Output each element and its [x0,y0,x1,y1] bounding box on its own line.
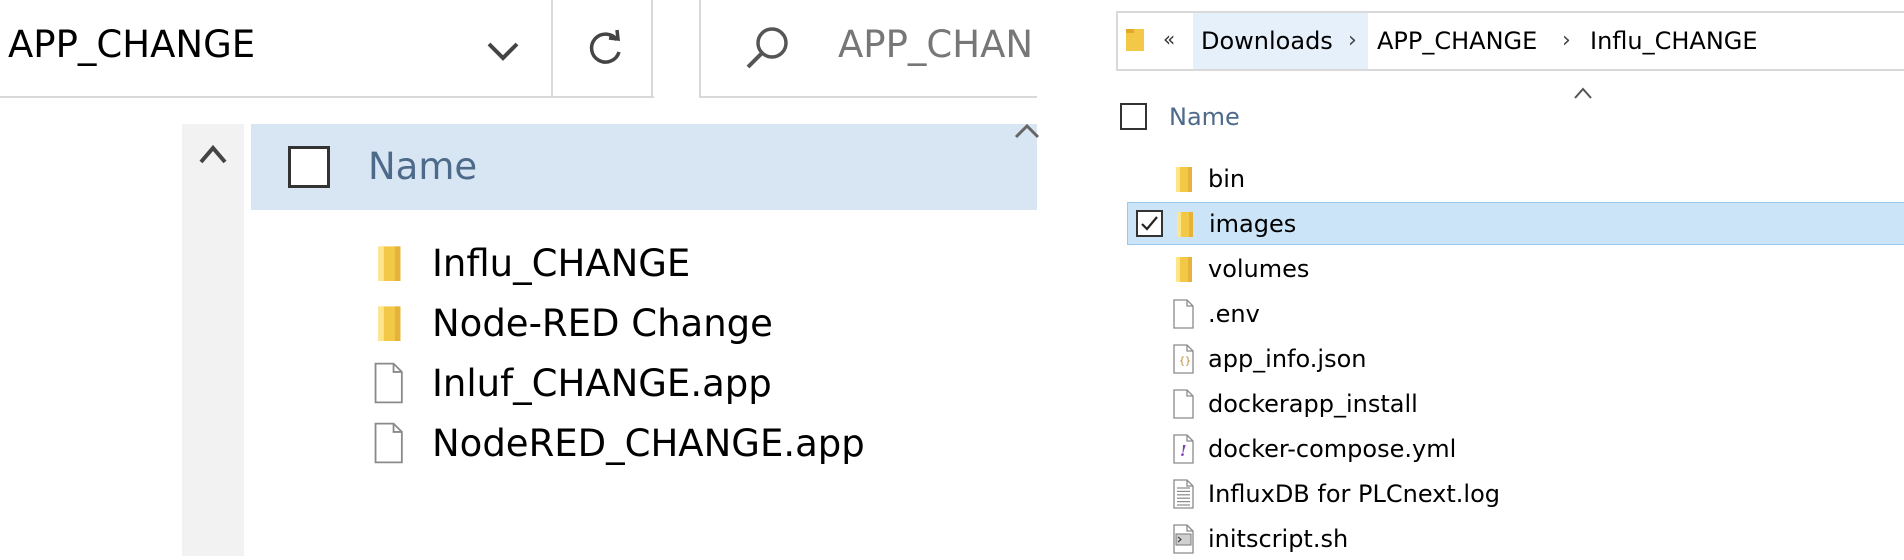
file-icon [1170,298,1196,329]
left-address-bar[interactable]: APP_CHANGE [0,0,654,98]
file-name: images [1209,209,1297,238]
log-file-icon [1170,478,1196,509]
folder-row[interactable]: Influ_CHANGE [370,233,690,293]
file-icon [370,421,406,465]
chevron-down-icon[interactable] [483,30,523,70]
file-name: dockerapp_install [1208,389,1418,418]
script-file-icon [1170,523,1196,554]
folder-row[interactable]: images [1127,202,1904,245]
file-name: docker-compose.yml [1208,434,1457,463]
breadcrumb-separator[interactable]: › [1348,26,1357,56]
file-row[interactable]: InfluxDB for PLCnext.log [1127,472,1904,515]
select-all-checkbox[interactable] [1120,103,1147,130]
row-checkbox-hidden[interactable] [1135,390,1162,417]
file-name: NodeRED_CHANGE.app [432,421,865,465]
refresh-icon[interactable] [583,26,627,70]
file-icon [1170,388,1196,419]
chevron-up-icon[interactable] [196,142,230,166]
row-checkbox-hidden[interactable] [1135,480,1162,507]
folder-icon [1170,254,1196,284]
folder-icon [1170,164,1196,194]
file-name: Node-RED Change [432,301,773,345]
row-checkbox-hidden[interactable] [1135,255,1162,282]
file-name: InfluxDB for PLCnext.log [1208,479,1501,508]
file-row[interactable]: dockerapp_install [1127,382,1904,425]
file-name: .env [1208,299,1260,328]
folder-row[interactable]: volumes [1127,247,1904,290]
search-input[interactable]: APP_CHAN [838,20,1038,70]
file-name: initscript.sh [1208,524,1349,553]
search-icon [746,27,788,69]
breadcrumb-separator[interactable]: › [1562,26,1571,56]
file-name: Influ_CHANGE [432,241,691,285]
file-row[interactable]: ! docker-compose.yml [1127,427,1904,470]
folder-icon [1171,209,1197,239]
sort-ascending-icon [1014,123,1040,139]
column-header-name[interactable]: Name [1169,101,1240,133]
folder-icon [370,301,406,345]
file-row[interactable]: {} app_info.json [1127,337,1904,380]
file-row[interactable]: initscript.sh [1127,517,1904,560]
breadcrumb-item-influ-change[interactable]: Influ_CHANGE [1590,26,1758,56]
sort-ascending-icon [1574,87,1592,99]
file-row[interactable]: .env [1127,292,1904,335]
file-name: app_info.json [1208,344,1367,373]
file-name: bin [1208,164,1246,193]
row-checkbox[interactable] [1136,210,1163,237]
file-row[interactable]: NodeRED_CHANGE.app [370,413,865,473]
row-checkbox-hidden[interactable] [1135,525,1162,552]
address-text: APP_CHANGE [8,23,256,66]
navigation-pane [182,124,244,556]
breadcrumb-overflow-button[interactable]: « [1163,26,1175,52]
svg-text:!: ! [1180,442,1187,460]
file-icon [370,361,406,405]
column-header-name[interactable]: Name [368,144,477,190]
row-checkbox-hidden[interactable] [1135,345,1162,372]
folder-row[interactable]: bin [1127,157,1904,200]
folder-icon [1126,29,1144,51]
checkmark-icon [1141,216,1158,231]
row-checkbox-hidden[interactable] [1135,165,1162,192]
row-checkbox-hidden[interactable] [1135,300,1162,327]
folder-icon [370,241,406,285]
breadcrumb-item-downloads[interactable]: Downloads [1201,26,1333,56]
file-row[interactable]: Inluf_CHANGE.app [370,353,772,413]
file-name: volumes [1208,254,1310,283]
breadcrumb-item-app-change[interactable]: APP_CHANGE [1377,26,1537,56]
folder-row[interactable]: Node-RED Change [370,293,773,353]
json-file-icon: {} [1170,343,1196,374]
svg-text:{}: {} [1179,356,1191,367]
select-all-checkbox[interactable] [288,146,330,188]
row-checkbox-hidden[interactable] [1135,435,1162,462]
file-name: Inluf_CHANGE.app [432,361,772,405]
yaml-file-icon: ! [1170,433,1196,464]
